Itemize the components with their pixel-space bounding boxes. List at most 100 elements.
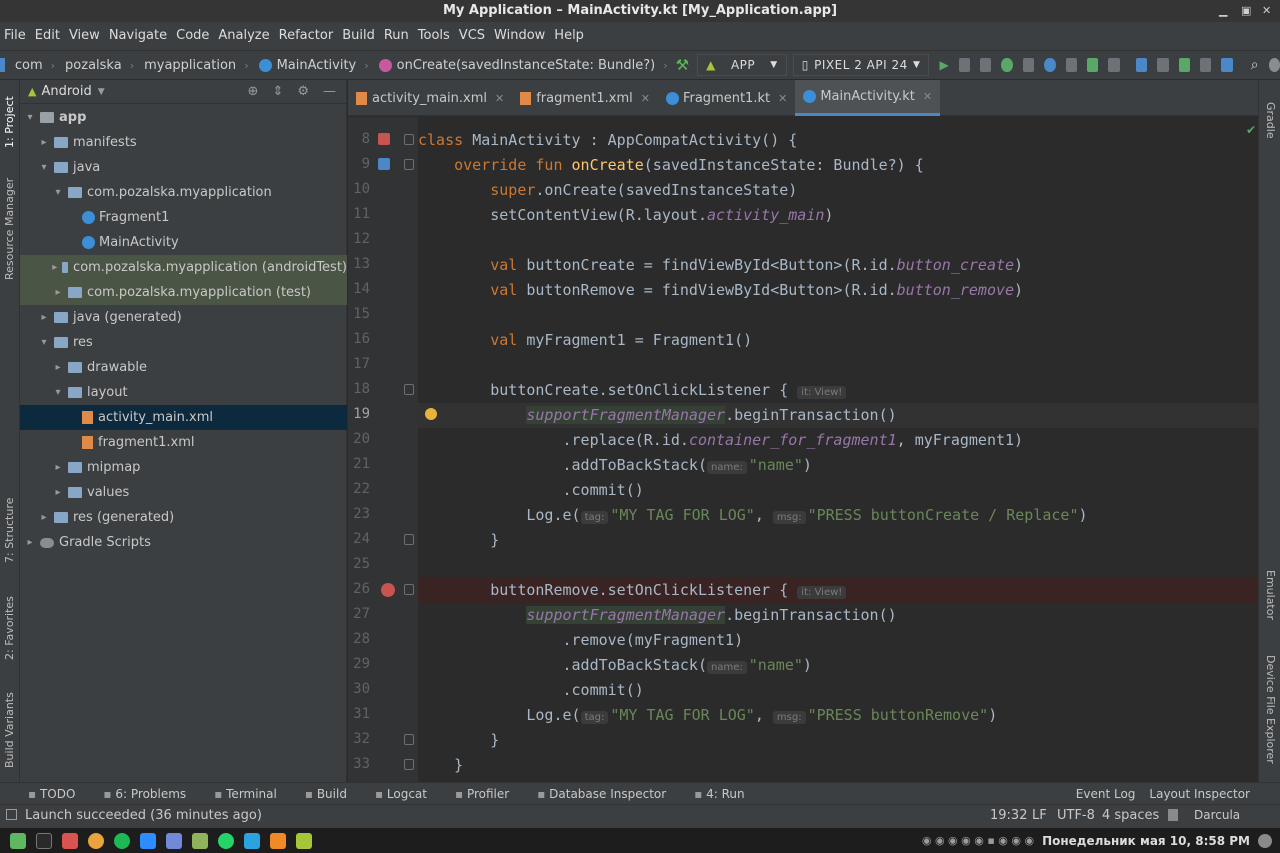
editor-tab[interactable]: MainActivity.kt ✕ xyxy=(795,80,941,116)
close-icon[interactable]: ✕ xyxy=(1262,0,1271,22)
tree-item[interactable]: ▸ drawable xyxy=(20,355,347,380)
class-marker-icon[interactable] xyxy=(378,133,390,145)
lightbulb-icon[interactable] xyxy=(425,408,437,420)
chrome-icon[interactable] xyxy=(88,832,104,849)
tree-item[interactable]: ▸ manifests xyxy=(20,130,347,155)
tree-item[interactable]: ▸ Gradle Scripts xyxy=(20,530,347,555)
device-dropdown[interactable]: ▯ PIXEL 2 API 24 ▼ xyxy=(792,54,930,76)
tool-gradle[interactable]: Gradle xyxy=(1264,102,1277,139)
search-icon[interactable]: ⌕ xyxy=(1251,57,1259,73)
fold-icon[interactable] xyxy=(404,134,414,145)
chevron-right-icon[interactable]: ▸ xyxy=(38,512,50,523)
tool-window-event-log[interactable]: Event Log xyxy=(1076,787,1136,801)
caret-position[interactable]: 19:32 xyxy=(990,808,1027,823)
tool-favorites[interactable]: 2: Favorites xyxy=(3,596,16,660)
tool-window-terminal[interactable]: ▪ Terminal xyxy=(200,787,277,801)
breadcrumb-pozalska[interactable]: pozalska › xyxy=(65,58,134,73)
chevron-right-icon[interactable]: ▸ xyxy=(52,462,64,473)
debug-icon[interactable] xyxy=(1001,58,1013,72)
tree-item[interactable]: ▸ values xyxy=(20,480,347,505)
tray-icons[interactable]: ◉ ◉ ◉ ◉ ◉ ▪ ◉ ◉ ◉ xyxy=(922,834,1034,847)
theme-name[interactable]: Darcula xyxy=(1194,808,1240,822)
indent-setting[interactable]: 4 spaces xyxy=(1102,808,1159,823)
coverage-icon[interactable] xyxy=(1022,58,1035,72)
menu-vcs[interactable]: VCS xyxy=(459,22,485,50)
tool-window-todo[interactable]: ▪ TODO xyxy=(14,787,75,801)
tool-window-profiler[interactable]: ▪ Profiler xyxy=(441,787,509,801)
run-icon[interactable]: ▶ xyxy=(939,58,948,72)
chevron-down-icon[interactable]: ▾ xyxy=(38,337,50,348)
menu-build[interactable]: Build xyxy=(342,22,375,50)
whatsapp-icon[interactable] xyxy=(218,832,234,849)
fold-icon[interactable] xyxy=(404,534,414,545)
settings-icon[interactable] xyxy=(1268,58,1280,72)
editor-gutter[interactable]: 8 9 10 11 12 13 14 15 16 17 18 19 20 21 22 23 24 25 26 27 28… xyxy=(348,117,418,782)
close-tab-icon[interactable]: ✕ xyxy=(641,92,650,105)
apply-code-changes-icon[interactable] xyxy=(980,58,992,72)
tool-window-build[interactable]: ▪ Build xyxy=(291,787,347,801)
tool-build-variants[interactable]: Build Variants xyxy=(3,692,16,768)
tree-item[interactable]: MainActivity xyxy=(20,230,347,255)
override-marker-icon[interactable] xyxy=(378,158,390,170)
gear-icon[interactable]: ⚙ xyxy=(297,84,309,99)
os-menu-icon[interactable] xyxy=(10,832,26,849)
fold-icon[interactable] xyxy=(404,159,414,170)
close-tab-icon[interactable]: ✕ xyxy=(495,92,504,105)
chevron-down-icon[interactable]: ▾ xyxy=(24,112,36,123)
line-separator[interactable]: LF xyxy=(1032,808,1047,823)
tool-window-6-problems[interactable]: ▪ 6: Problems xyxy=(89,787,186,801)
tree-item[interactable]: ▸ java (generated) xyxy=(20,305,347,330)
file-encoding[interactable]: UTF-8 xyxy=(1057,808,1095,823)
collapse-icon[interactable]: ⇕ xyxy=(272,84,283,99)
telegram-icon[interactable] xyxy=(244,832,260,849)
tree-item[interactable]: activity_main.xml xyxy=(20,405,347,430)
menu-code[interactable]: Code xyxy=(176,22,209,50)
avd-manager-icon[interactable] xyxy=(1200,58,1212,72)
power-icon[interactable] xyxy=(1258,833,1272,848)
menu-run[interactable]: Run xyxy=(384,22,409,50)
project-view-selector[interactable]: Android xyxy=(41,84,91,99)
tree-item[interactable]: fragment1.xml xyxy=(20,430,347,455)
stop-icon[interactable] xyxy=(1108,58,1120,72)
editor-tab[interactable]: fragment1.xml ✕ xyxy=(512,80,658,116)
chevron-right-icon[interactable]: ▸ xyxy=(52,362,64,373)
breakpoint-icon[interactable] xyxy=(381,583,395,597)
tool-window-4-run[interactable]: ▪ 4: Run xyxy=(680,787,744,801)
chevron-down-icon[interactable]: ▼ xyxy=(98,87,105,97)
close-tab-icon[interactable]: ✕ xyxy=(778,92,787,105)
run-config-dropdown[interactable]: ▲ APP ▼ xyxy=(697,54,787,76)
menu-analyze[interactable]: Analyze xyxy=(218,22,269,50)
menu-view[interactable]: View xyxy=(69,22,100,50)
layout-icon[interactable] xyxy=(1157,58,1169,72)
breadcrumb-oncreate[interactable]: onCreate(savedInstanceState: Bundle?) › xyxy=(378,58,668,73)
minimize-icon[interactable]: ▁ xyxy=(1219,0,1227,22)
apply-changes-icon[interactable] xyxy=(958,58,971,72)
fold-icon[interactable] xyxy=(404,584,414,595)
attach-debugger-icon[interactable] xyxy=(1065,58,1078,72)
profile-icon[interactable] xyxy=(1044,58,1056,72)
fold-icon[interactable] xyxy=(404,384,414,395)
lock-icon[interactable] xyxy=(1168,809,1178,821)
editor-tab[interactable]: Fragment1.kt ✕ xyxy=(658,80,795,116)
menu-tools[interactable]: Tools xyxy=(418,22,450,50)
spotify-icon[interactable] xyxy=(114,832,130,849)
tree-item[interactable]: ▸ mipmap xyxy=(20,455,347,480)
project-structure-icon[interactable] xyxy=(1135,58,1148,72)
tool-device-file-explorer[interactable]: Device File Explorer xyxy=(1264,655,1277,764)
tree-item[interactable]: Fragment1 xyxy=(20,205,347,230)
sync-gradle-icon[interactable] xyxy=(1178,58,1190,72)
tool-resource-manager[interactable]: Resource Manager xyxy=(3,178,16,280)
tree-item[interactable]: ▾ java xyxy=(20,155,347,180)
tree-item[interactable]: ▸ com.pozalska.myapplication (test) xyxy=(20,280,347,305)
fold-icon[interactable] xyxy=(404,759,414,770)
breadcrumb-myapplication[interactable]: myapplication › xyxy=(144,58,248,73)
chevron-down-icon[interactable]: ▾ xyxy=(38,162,50,173)
tree-item[interactable]: ▸ res (generated) xyxy=(20,505,347,530)
menu-navigate[interactable]: Navigate xyxy=(109,22,167,50)
tool-window-logcat[interactable]: ▪ Logcat xyxy=(361,787,427,801)
app-icon[interactable] xyxy=(62,832,78,849)
tree-item[interactable]: ▸ com.pozalska.myapplication (androidTest… xyxy=(20,255,347,280)
breadcrumb-com[interactable]: com › xyxy=(15,58,55,73)
chevron-right-icon[interactable]: ▸ xyxy=(52,487,64,498)
chevron-right-icon[interactable]: ▸ xyxy=(24,537,36,548)
